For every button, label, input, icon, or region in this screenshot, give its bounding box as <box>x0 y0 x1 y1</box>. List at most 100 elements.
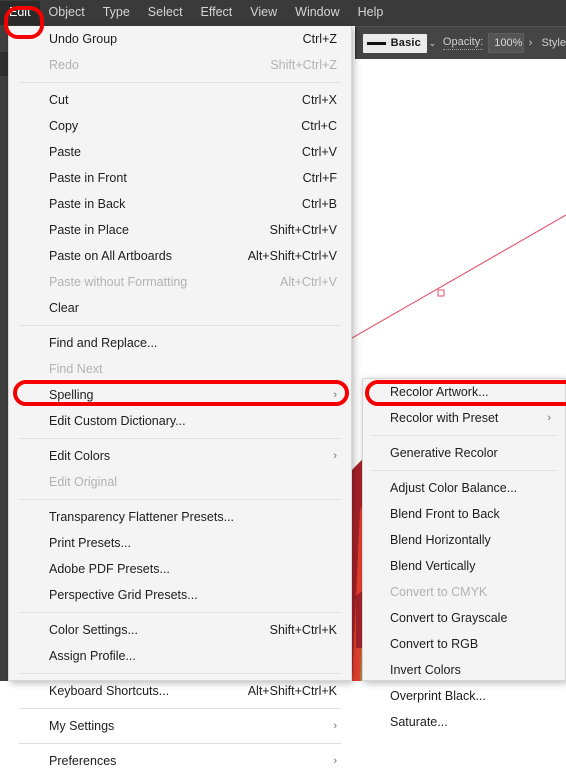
stroke-profile-dropdown[interactable]: Basic <box>362 33 427 53</box>
menu-item-label: Color Settings... <box>49 623 138 637</box>
stroke-profile-label: Basic <box>390 37 421 49</box>
menu-item-shortcut: Ctrl+C <box>301 119 337 133</box>
menu-separator <box>19 673 341 674</box>
menu-item-shortcut: Alt+Shift+Ctrl+V <box>247 249 337 263</box>
menu-separator <box>371 435 557 436</box>
style-label: Style <box>541 37 566 49</box>
menu-item-paste-on-all-artboards[interactable]: Paste on All Artboards Alt+Shift+Ctrl+V <box>9 243 351 269</box>
submenu-item-saturate[interactable]: Saturate... <box>363 709 565 735</box>
submenu-item-recolor-artwork[interactable]: Recolor Artwork... <box>363 379 565 405</box>
menu-item-paste-in-front[interactable]: Paste in Front Ctrl+F <box>9 165 351 191</box>
menu-separator <box>19 499 341 500</box>
submenu-item-recolor-with-preset[interactable]: Recolor with Preset › <box>363 405 565 431</box>
menu-item-label: Convert to RGB <box>390 637 479 651</box>
menu-item-label: Cut <box>49 93 69 107</box>
tool-button[interactable] <box>0 52 8 76</box>
menu-item-copy[interactable]: Copy Ctrl+C <box>9 113 351 139</box>
submenu-item-blend-vertically[interactable]: Blend Vertically <box>363 553 565 579</box>
menu-separator <box>19 708 341 709</box>
menu-item-label: Generative Recolor <box>390 446 498 460</box>
menu-item-label: Preferences <box>49 754 117 768</box>
menu-item-label: Find and Replace... <box>49 336 158 350</box>
menubar-item-effect[interactable]: Effect <box>192 1 242 25</box>
menu-item-label: Paste on All Artboards <box>49 249 172 263</box>
menu-item-label: Overprint Black... <box>390 689 486 703</box>
menu-item-label: Recolor with Preset <box>390 411 499 425</box>
chevron-right-icon: › <box>333 388 337 401</box>
edit-colors-submenu[interactable]: Recolor Artwork... Recolor with Preset › Ge… <box>362 378 566 729</box>
menu-item-paste-in-back[interactable]: Paste in Back Ctrl+B <box>9 191 351 217</box>
menu-item-shortcut: Alt+Ctrl+V <box>280 275 337 289</box>
menu-item-label: Convert to CMYK <box>390 585 488 599</box>
menu-item-paste-without-formatting: Paste without Formatting Alt+Ctrl+V <box>9 269 351 295</box>
menu-item-label: Paste in Back <box>49 197 126 211</box>
menu-separator <box>19 612 341 613</box>
menu-item-label: Edit Original <box>49 475 118 489</box>
menu-item-shortcut: Shift+Ctrl+Z <box>270 58 337 72</box>
menu-item-label: My Settings <box>49 719 115 733</box>
menu-separator <box>19 438 341 439</box>
stroke-profile-icon <box>366 41 386 45</box>
menu-item-perspective-grid-presets[interactable]: Perspective Grid Presets... <box>9 582 351 608</box>
menu-item-label: Perspective Grid Presets... <box>49 588 198 602</box>
menu-item-label: Print Presets... <box>49 536 131 550</box>
submenu-item-generative-recolor[interactable]: Generative Recolor <box>363 440 565 466</box>
menu-item-undo-group[interactable]: Undo Group Ctrl+Z <box>9 26 351 52</box>
menubar-item-window[interactable]: Window <box>286 1 348 25</box>
chevron-right-icon: › <box>547 411 551 424</box>
menu-item-shortcut: Ctrl+Z <box>302 32 337 46</box>
menu-item-find-and-replace[interactable]: Find and Replace... <box>9 330 351 356</box>
menubar-item-select[interactable]: Select <box>139 1 192 25</box>
opacity-more-arrow-icon[interactable]: › <box>526 34 536 52</box>
submenu-item-convert-to-rgb[interactable]: Convert to RGB <box>363 631 565 657</box>
menu-item-adobe-pdf-presets[interactable]: Adobe PDF Presets... <box>9 556 351 582</box>
chevron-right-icon: › <box>333 754 337 767</box>
menu-item-paste-in-place[interactable]: Paste in Place Shift+Ctrl+V <box>9 217 351 243</box>
opacity-input[interactable]: 100% <box>488 33 524 53</box>
menu-item-print-presets[interactable]: Print Presets... <box>9 530 351 556</box>
menu-item-label: Saturate... <box>390 715 448 729</box>
menu-item-edit-custom-dictionary[interactable]: Edit Custom Dictionary... <box>9 408 351 434</box>
submenu-item-blend-front-to-back[interactable]: Blend Front to Back <box>363 501 565 527</box>
menu-separator <box>371 470 557 471</box>
menu-item-label: Undo Group <box>49 32 118 46</box>
menubar-item-type[interactable]: Type <box>94 1 139 25</box>
menu-item-my-settings[interactable]: My Settings › <box>9 713 351 739</box>
menubar-item-edit[interactable]: Edit <box>0 1 40 25</box>
menu-item-paste[interactable]: Paste Ctrl+V <box>9 139 351 165</box>
menubar-item-object[interactable]: Object <box>40 1 94 25</box>
menu-item-label: Paste in Front <box>49 171 127 185</box>
menu-item-preferences[interactable]: Preferences › <box>9 748 351 774</box>
submenu-item-blend-horizontally[interactable]: Blend Horizontally <box>363 527 565 553</box>
menu-item-label: Find Next <box>49 362 103 376</box>
menu-item-label: Blend Vertically <box>390 559 476 573</box>
chevron-down-icon[interactable]: ⌄ <box>427 34 438 53</box>
menu-item-edit-colors[interactable]: Edit Colors › <box>9 443 351 469</box>
submenu-item-invert-colors[interactable]: Invert Colors <box>363 657 565 683</box>
submenu-item-convert-to-grayscale[interactable]: Convert to Grayscale <box>363 605 565 631</box>
menu-item-cut[interactable]: Cut Ctrl+X <box>9 87 351 113</box>
menu-item-shortcut: Ctrl+F <box>302 171 337 185</box>
menubar-item-help[interactable]: Help <box>349 1 393 25</box>
menu-separator <box>19 82 341 83</box>
menu-item-label: Edit Custom Dictionary... <box>49 414 186 428</box>
submenu-item-overprint-black[interactable]: Overprint Black... <box>363 683 565 709</box>
menu-item-label: Blend Horizontally <box>390 533 491 547</box>
menu-item-label: Adobe PDF Presets... <box>49 562 170 576</box>
menu-item-shortcut: Ctrl+V <box>301 145 337 159</box>
menu-item-label: Clear <box>49 301 79 315</box>
menu-item-color-settings[interactable]: Color Settings... Shift+Ctrl+K <box>9 617 351 643</box>
menu-item-clear[interactable]: Clear <box>9 295 351 321</box>
menu-item-label: Blend Front to Back <box>390 507 500 521</box>
edit-dropdown-menu[interactable]: Undo Group Ctrl+Z Redo Shift+Ctrl+Z Cut Ctrl+… <box>8 26 352 768</box>
menu-item-assign-profile[interactable]: Assign Profile... <box>9 643 351 669</box>
menu-item-keyboard-shortcuts[interactable]: Keyboard Shortcuts... Alt+Shift+Ctrl+K <box>9 678 351 704</box>
submenu-item-adjust-color-balance[interactable]: Adjust Color Balance... <box>363 475 565 501</box>
menu-item-spelling[interactable]: Spelling › <box>9 382 351 408</box>
menu-item-transparency-flattener-presets[interactable]: Transparency Flattener Presets... <box>9 504 351 530</box>
menu-item-shortcut: Shift+Ctrl+V <box>269 223 337 237</box>
menu-item-label: Adjust Color Balance... <box>390 481 518 495</box>
menubar-item-view[interactable]: View <box>241 1 286 25</box>
menu-item-label: Paste without Formatting <box>49 275 188 289</box>
tools-panel-rail[interactable] <box>0 26 8 681</box>
